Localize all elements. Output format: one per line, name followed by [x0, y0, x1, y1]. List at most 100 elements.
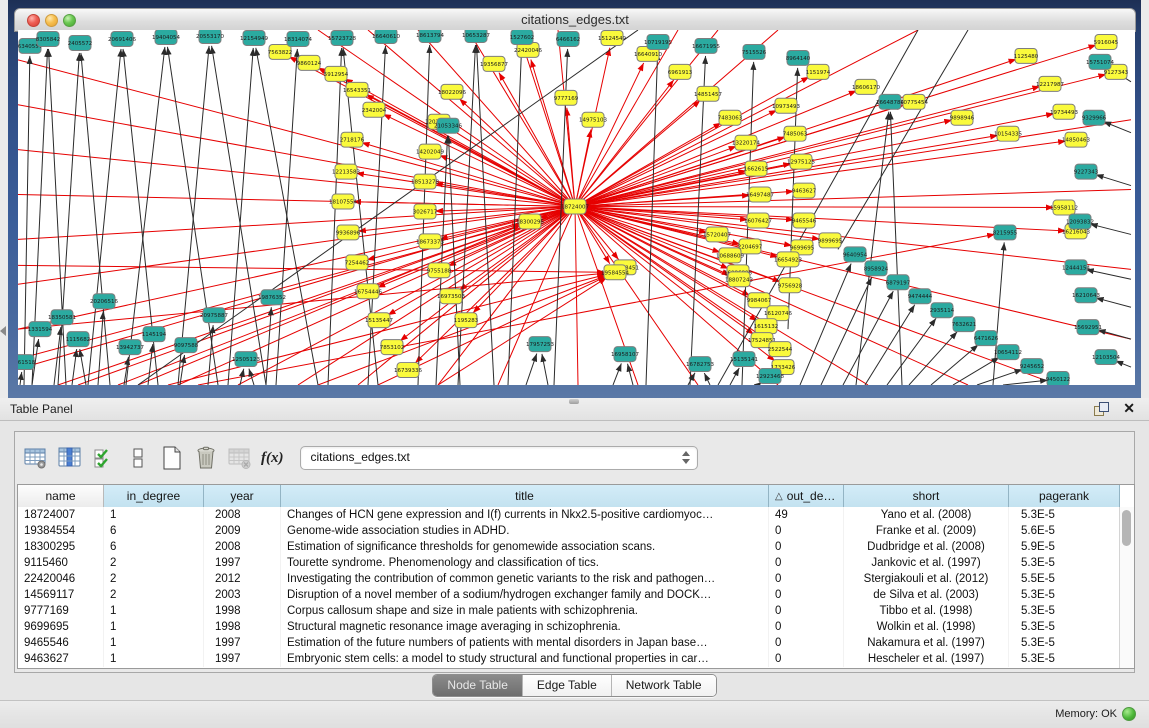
network-node[interactable]: 9936896	[336, 225, 361, 240]
tab-edge-table[interactable]: Edge Table	[522, 675, 611, 696]
network-node[interactable]: 12093832	[1066, 214, 1094, 229]
network-node[interactable]: 5916045	[1094, 34, 1119, 49]
network-node[interactable]: 9898946	[950, 110, 975, 125]
network-node[interactable]: 6466162	[556, 31, 580, 46]
network-node[interactable]: 19356877	[480, 56, 508, 71]
column-header-pagerank[interactable]: pagerank	[1009, 485, 1120, 507]
table-selector-dropdown[interactable]: citations_edges.txt	[300, 446, 698, 470]
network-node[interactable]: 19876352	[258, 290, 286, 305]
network-node[interactable]: 2405572	[68, 35, 92, 50]
network-node[interactable]: 9465546	[792, 213, 817, 228]
network-node[interactable]: 18513278	[411, 174, 439, 189]
network-node[interactable]: 12923468	[756, 369, 784, 384]
new-table-button[interactable]	[157, 443, 187, 473]
network-node[interactable]: 16497487	[746, 187, 774, 202]
network-node[interactable]: 9463627	[792, 183, 817, 198]
network-node[interactable]: 9755188	[427, 263, 452, 278]
network-node[interactable]: 15135141	[730, 352, 758, 367]
network-node[interactable]: 19584554	[601, 265, 629, 280]
network-node[interactable]: 9984067	[747, 293, 772, 308]
network-canvas[interactable]: 1872400775638229860124591295416543351234…	[18, 30, 1135, 385]
network-node[interactable]: 7515526	[742, 44, 767, 59]
network-node[interactable]: 17957253	[526, 337, 554, 352]
network-node[interactable]: 20553170	[196, 30, 224, 43]
network-node[interactable]: 15135447	[365, 313, 393, 328]
network-node[interactable]: 1527602	[510, 30, 534, 44]
network-node[interactable]: 7632621	[952, 317, 976, 332]
network-node[interactable]: 16640610	[372, 30, 400, 43]
row-height-button[interactable]	[123, 443, 153, 473]
column-header-title[interactable]: title	[281, 485, 769, 507]
network-node[interactable]: 9640954	[843, 247, 868, 262]
network-node[interactable]: 6961913	[668, 64, 693, 79]
network-node[interactable]: 10719195	[644, 34, 672, 49]
network-node[interactable]: 20206516	[90, 294, 118, 309]
table-row[interactable]: 946554611997Estimation of the future num…	[18, 635, 1120, 651]
network-node[interactable]: 2935114	[930, 303, 955, 318]
network-node[interactable]: 16671955	[692, 38, 720, 53]
network-node[interactable]: 18673373	[416, 234, 444, 249]
network-node[interactable]: 10688609	[716, 248, 744, 263]
network-node[interactable]: 19734493	[1050, 104, 1078, 119]
network-node[interactable]: 8964140	[786, 50, 811, 65]
network-node[interactable]: 18107554	[329, 194, 357, 209]
network-node[interactable]: 9899695	[818, 233, 843, 248]
network-node[interactable]: 21053346	[434, 118, 462, 133]
network-node[interactable]: 7853102	[380, 340, 404, 355]
network-node[interactable]: 14975103	[579, 112, 607, 127]
network-node[interactable]: 1615132	[754, 319, 778, 334]
select-column-button[interactable]	[55, 443, 85, 473]
network-window-titlebar[interactable]: citations_edges.txt	[14, 8, 1136, 32]
network-node[interactable]: 16739336	[394, 363, 422, 378]
network-node[interactable]: 2522544	[768, 342, 793, 357]
network-node[interactable]: 18606170	[852, 79, 880, 94]
network-node[interactable]: 9097588	[174, 338, 199, 353]
network-node[interactable]: 9474444	[908, 289, 933, 304]
network-node[interactable]: 9860124	[297, 55, 322, 70]
network-node[interactable]: 15124549	[598, 30, 626, 45]
network-node[interactable]: 9777169	[554, 90, 579, 105]
network-node[interactable]: 15751074	[1086, 54, 1114, 69]
network-node[interactable]: 6471626	[974, 331, 999, 346]
collapse-panel-arrow-icon[interactable]	[0, 326, 6, 336]
network-node[interactable]: 18314074	[284, 31, 312, 46]
network-node[interactable]: 15720407	[703, 227, 731, 242]
tab-network-table[interactable]: Network Table	[611, 675, 716, 696]
network-node[interactable]: 16654923	[774, 252, 802, 267]
column-header-out_de[interactable]: △out_de…	[769, 485, 844, 507]
delete-rows-button[interactable]	[191, 443, 221, 473]
network-node[interactable]: 13220174	[732, 135, 760, 150]
network-node[interactable]: 5912954	[324, 66, 349, 81]
network-node[interactable]: 10973493	[772, 98, 800, 113]
network-node[interactable]: 1662615	[744, 161, 769, 176]
network-node[interactable]: 1151974	[806, 64, 831, 79]
network-node[interactable]: 1115682	[66, 332, 90, 347]
network-node[interactable]: 18613794	[416, 30, 444, 42]
network-node[interactable]: 6879197	[886, 275, 911, 290]
network-node[interactable]: 9245652	[1020, 359, 1044, 374]
table-row[interactable]: 969969511998Structural magnetic resonanc…	[18, 619, 1120, 635]
network-node[interactable]: 2718176	[340, 132, 365, 147]
table-settings-button[interactable]	[21, 443, 51, 473]
column-header-in_degree[interactable]: in_degree	[104, 485, 204, 507]
column-header-short[interactable]: short	[844, 485, 1009, 507]
network-node[interactable]: 10154335	[994, 126, 1022, 141]
network-node[interactable]: 16076427	[744, 213, 772, 228]
network-node[interactable]: 18350581	[48, 310, 76, 325]
network-node[interactable]: 16782753	[686, 357, 714, 372]
network-node[interactable]: 1145194	[142, 327, 167, 342]
column-header-name[interactable]: name	[18, 485, 104, 507]
split-pane-handle[interactable]	[569, 399, 579, 404]
network-node[interactable]: 14202049	[416, 144, 444, 159]
table-row[interactable]: 1830029562008Estimation of significance …	[18, 539, 1120, 555]
network-node[interactable]: 8958924	[864, 261, 889, 276]
network-node[interactable]: 16543351	[343, 82, 371, 97]
table-row[interactable]: 977716911998Corpus callosum shape and si…	[18, 603, 1120, 619]
network-node[interactable]: 12213583	[332, 164, 360, 179]
table-row[interactable]: 1456911722003Disruption of a novel membe…	[18, 587, 1120, 603]
network-node[interactable]: 8215955	[993, 225, 1018, 240]
network-node[interactable]: 16648784	[876, 94, 904, 109]
network-node[interactable]: 9329966	[1082, 110, 1107, 125]
network-node[interactable]: 10653287	[462, 30, 490, 42]
table-row[interactable]: 1872400712008Changes of HCN gene express…	[18, 507, 1120, 523]
